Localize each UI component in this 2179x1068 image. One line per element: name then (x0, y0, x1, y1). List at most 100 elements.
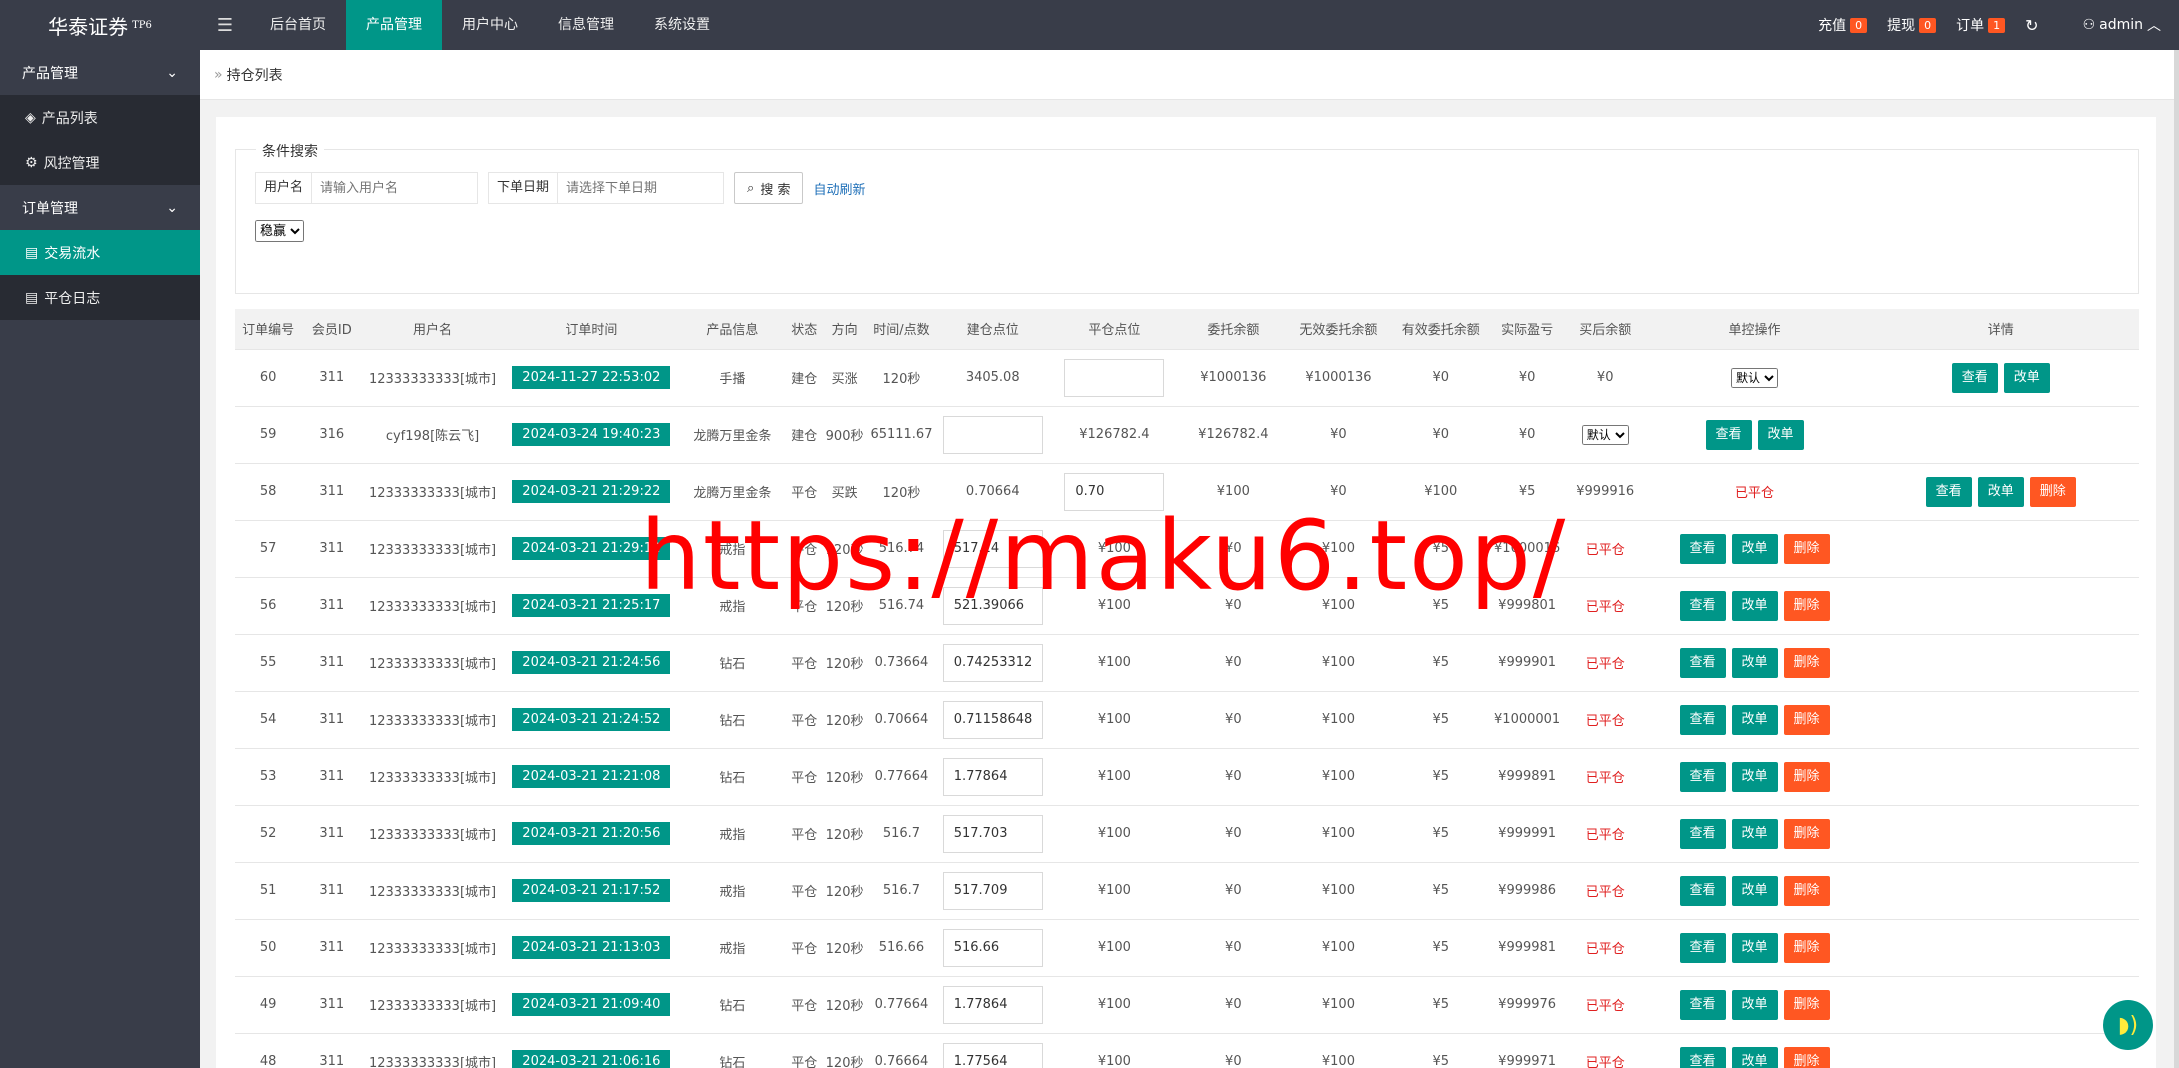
view-button[interactable]: 查看 (1679, 989, 1726, 1020)
close-price-input[interactable] (942, 586, 1043, 625)
delete-button[interactable]: 删除 (1783, 533, 1830, 564)
edit-order-button[interactable]: 改单 (1731, 875, 1778, 906)
delete-button[interactable]: 删除 (1783, 590, 1830, 621)
control-select[interactable]: 默认 (1581, 424, 1629, 445)
edit-order-button[interactable]: 改单 (1731, 989, 1778, 1020)
logo[interactable]: 华泰证券 TP6 (0, 0, 200, 50)
view-button[interactable]: 查看 (1679, 704, 1726, 735)
table-cell: 已平仓 (1563, 976, 1647, 1034)
username-input[interactable] (312, 173, 478, 203)
sidebar-item-trade-flow[interactable]: ▤ 交易流水 (0, 230, 200, 275)
close-price-input[interactable] (942, 415, 1043, 454)
delete-button[interactable]: 删除 (1783, 875, 1830, 906)
nav-product[interactable]: 产品管理 (346, 0, 442, 50)
delete-button[interactable]: 删除 (2029, 476, 2076, 507)
edit-order-button[interactable]: 改单 (1731, 761, 1778, 792)
table-cell: ¥5 (1390, 634, 1491, 692)
sidebar-group-order[interactable]: 订单管理 ⌄ (0, 185, 200, 230)
view-button[interactable]: 查看 (1679, 932, 1726, 963)
close-price-input[interactable] (942, 928, 1043, 967)
table-cell: 57 (235, 520, 302, 578)
auto-refresh-link[interactable]: 自动刷新 (813, 179, 865, 198)
table-cell: 2024-03-21 21:24:52 (502, 691, 680, 749)
scrollbar[interactable] (2174, 50, 2179, 1068)
close-price-input[interactable] (942, 529, 1043, 568)
edit-order-button[interactable]: 改单 (2003, 362, 2050, 393)
view-button[interactable]: 查看 (1679, 818, 1726, 849)
nav-user-center[interactable]: 用户中心 (442, 0, 538, 50)
close-price-input[interactable] (942, 1042, 1043, 1068)
view-button[interactable]: 查看 (1679, 647, 1726, 678)
view-button[interactable]: 查看 (1705, 419, 1752, 450)
withdraw-link[interactable]: 提现 0 (1887, 15, 1937, 35)
view-button[interactable]: 查看 (1679, 1046, 1726, 1068)
filter-select[interactable]: 稳赢 (255, 220, 304, 242)
edit-order-button[interactable]: 改单 (1731, 533, 1778, 564)
edit-order-button[interactable]: 改单 (1731, 704, 1778, 735)
close-price-input[interactable] (1064, 358, 1165, 397)
edit-order-button[interactable]: 改单 (1757, 419, 1804, 450)
nav-info[interactable]: 信息管理 (538, 0, 634, 50)
delete-button[interactable]: 删除 (1783, 761, 1830, 792)
table-cell: ¥0 (1180, 976, 1286, 1034)
view-button[interactable]: 查看 (1679, 875, 1726, 906)
withdraw-badge: 0 (1919, 17, 1937, 33)
order-link[interactable]: 订单 1 (1956, 15, 2006, 35)
close-price-input[interactable] (942, 985, 1043, 1024)
column-header: 买后余额 (1563, 309, 1647, 350)
view-button[interactable]: 查看 (1679, 533, 1726, 564)
close-price-input[interactable] (1064, 472, 1165, 511)
closed-label: 已平仓 (1585, 1056, 1625, 1068)
edit-order-button[interactable]: 改单 (1731, 647, 1778, 678)
table-cell: 平仓 (784, 520, 824, 578)
table-cell: 0.77664 (865, 976, 938, 1034)
delete-button[interactable]: 删除 (1783, 989, 1830, 1020)
search-button[interactable]: ⌕ 搜 索 (734, 172, 804, 204)
close-price-input[interactable] (942, 757, 1043, 796)
table-cell: 0.70664 (865, 691, 938, 749)
close-price-input[interactable] (942, 871, 1043, 910)
edit-order-button[interactable]: 改单 (1731, 932, 1778, 963)
view-button[interactable]: 查看 (1679, 590, 1726, 621)
edit-order-button[interactable]: 改单 (1731, 590, 1778, 621)
table-row: 59 316 cyf198[陈云飞] 2024-03-24 19:40:23 龙腾万里金… (235, 406, 2139, 464)
breadcrumb-current[interactable]: 持仓列表 (227, 65, 283, 85)
view-button[interactable]: 查看 (1925, 476, 1972, 507)
table-cell: ¥100 (1285, 1033, 1391, 1068)
table-cell: 已平仓 (1563, 919, 1647, 977)
nav-system[interactable]: 系统设置 (634, 0, 730, 50)
user-menu[interactable]: ⚇ admin ︿ (2083, 15, 2161, 35)
delete-button[interactable]: 删除 (1783, 932, 1830, 963)
menu-toggle-icon[interactable]: ☰ (200, 0, 250, 50)
control-select[interactable]: 默认 (1731, 367, 1779, 388)
close-price-input[interactable] (942, 643, 1043, 682)
view-button[interactable]: 查看 (1951, 362, 1998, 393)
recharge-link[interactable]: 充值 0 (1818, 15, 1868, 35)
edit-order-button[interactable]: 改单 (1977, 476, 2024, 507)
table-row: 56 311 12333333333[城市] 2024-03-21 21:25:17 戒… (235, 577, 2139, 635)
delete-button[interactable]: 删除 (1783, 704, 1830, 735)
close-price-input[interactable] (942, 700, 1043, 739)
main-content: »持仓列表 条件搜索 用户名 下单日期 ⌕ 搜 索 自动刷新 稳赢 订单编号会员I… (200, 50, 2179, 1068)
date-input[interactable] (558, 173, 724, 203)
delete-button[interactable]: 删除 (1783, 1046, 1830, 1068)
sidebar-group-product[interactable]: 产品管理 ⌄ (0, 50, 200, 95)
table-cell: 120秒 (823, 862, 866, 920)
sound-icon[interactable]: ◗) (2103, 1000, 2153, 1050)
delete-button[interactable]: 删除 (1783, 818, 1830, 849)
table-cell: 戒指 (679, 919, 785, 977)
sidebar-item-product-list[interactable]: ◈ 产品列表 (0, 95, 200, 140)
refresh-icon[interactable]: ↻ (2025, 16, 2038, 35)
close-price-input[interactable] (942, 814, 1043, 853)
nav-home[interactable]: 后台首页 (250, 0, 346, 50)
edit-order-button[interactable]: 改单 (1731, 818, 1778, 849)
table-cell: ¥999916 (1563, 463, 1647, 521)
table-cell: 戒指 (679, 520, 785, 578)
edit-order-button[interactable]: 改单 (1731, 1046, 1778, 1068)
table-cell: 龙腾万里金条 (679, 463, 785, 521)
view-button[interactable]: 查看 (1679, 761, 1726, 792)
sidebar-item-close-log[interactable]: ▤ 平仓日志 (0, 275, 200, 320)
delete-button[interactable]: 删除 (1783, 647, 1830, 678)
username-label: 用户名 (256, 173, 313, 203)
sidebar-item-risk[interactable]: ⚙ 风控管理 (0, 140, 200, 185)
